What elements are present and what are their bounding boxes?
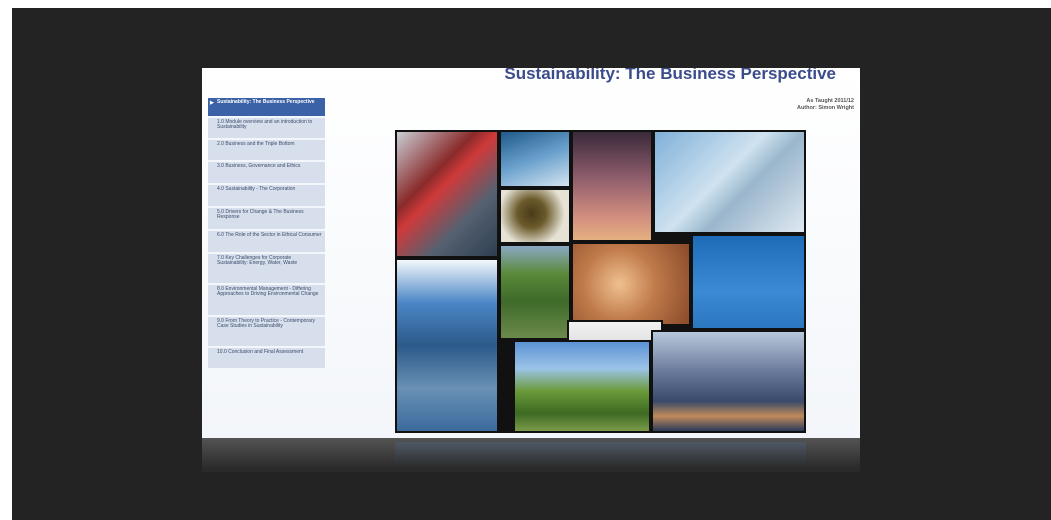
toc-item-0[interactable]: ▶ Sustainability: The Business Perspecti… xyxy=(208,98,325,118)
highway-sky-photo xyxy=(395,258,499,433)
glass-building-photo xyxy=(653,130,806,234)
grassland-photo xyxy=(513,340,651,433)
play-arrow-icon: ▶ xyxy=(210,100,214,106)
toc-item-6[interactable]: 6.0 The Role of the Sector in Ethical Co… xyxy=(208,231,325,254)
farm-field-photo xyxy=(499,244,571,340)
toc-item-8[interactable]: 8.0 Environmental Management - Differing… xyxy=(208,285,325,317)
photo-collage xyxy=(395,130,806,433)
wind-turbine-photo xyxy=(691,234,806,330)
toc-item-7[interactable]: 7.0 Key Challenges for Corporate Sustain… xyxy=(208,254,325,285)
toc-item-4[interactable]: 4.0 Sustainability - The Corporation xyxy=(208,185,325,208)
grain-closeup-photo xyxy=(571,242,691,326)
city-skyline-photo xyxy=(651,330,806,433)
slide-meta: As Taught 2011/12 Author: Simon Wright xyxy=(797,98,854,112)
table-of-contents: ▶ Sustainability: The Business Perspecti… xyxy=(208,98,325,370)
presentation-slide: Sustainability: The Business Perspective… xyxy=(202,68,860,438)
toc-item-1[interactable]: 1.0 Module overview and an introduction … xyxy=(208,118,325,140)
tree-roots-photo xyxy=(499,188,571,244)
slide-reflection xyxy=(202,438,860,472)
smokestacks-photo xyxy=(571,130,653,242)
cyclist-photo xyxy=(499,130,571,188)
collage-reflection xyxy=(395,442,806,468)
toc-item-10[interactable]: 10.0 Conclusion and Final Assessment xyxy=(208,348,325,370)
taught-line: As Taught 2011/12 xyxy=(806,98,854,104)
author-line: Author: Simon Wright xyxy=(796,105,854,111)
toc-item-3[interactable]: 3.0 Business, Governance and Ethics xyxy=(208,162,325,185)
toc-item-2[interactable]: 2.0 Business and the Triple Bottom xyxy=(208,140,325,162)
slide-title: Sustainability: The Business Perspective xyxy=(504,68,836,83)
fuel-station-photo xyxy=(395,130,499,258)
toc-item-5[interactable]: 5.0 Drivers for Change & The Business Re… xyxy=(208,208,325,231)
toc-item-9[interactable]: 9.0 From Theory to Practice - Contempora… xyxy=(208,317,325,348)
